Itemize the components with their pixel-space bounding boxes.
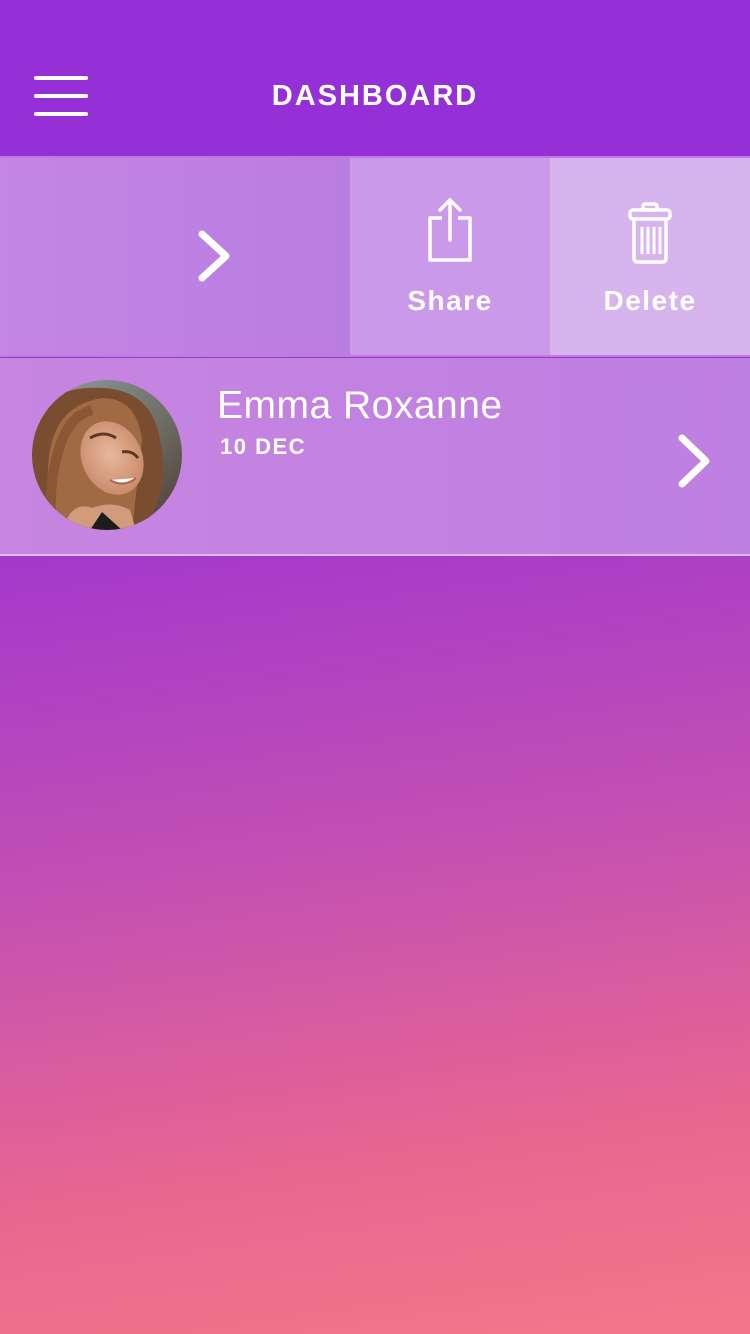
swiped-list-row[interactable]: Share Delete [0,156,750,357]
page-title: DASHBOARD [271,80,479,112]
header-bar: DASHBOARD [0,0,750,156]
share-icon [428,198,472,262]
profile-photo [32,380,182,530]
share-label: Share [407,285,493,316]
swiped-row-content[interactable] [0,158,350,355]
contact-name: Emma Roxanne [217,384,503,427]
contact-date: 10 DEC [220,434,307,459]
share-button[interactable]: Share [350,158,550,355]
trash-icon [628,202,672,264]
chevron-right-icon[interactable] [194,228,236,284]
chevron-right-icon[interactable] [674,432,716,490]
delete-button[interactable]: Delete [550,158,750,355]
avatar[interactable] [32,380,182,530]
delete-label: Delete [603,285,697,316]
list-item[interactable]: Emma Roxanne 10 DEC [0,358,750,556]
